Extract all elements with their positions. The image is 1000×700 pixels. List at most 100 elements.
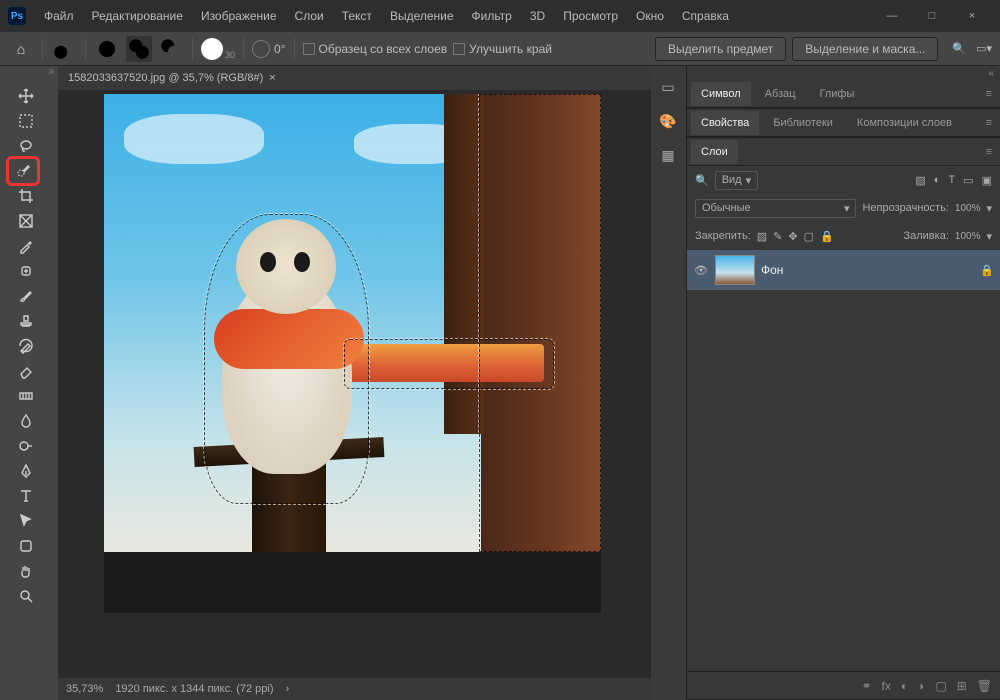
lock-brush-icon[interactable]: ✎	[773, 230, 782, 243]
layer-lock-icon[interactable]: 🔒	[980, 264, 994, 277]
lock-pixels-icon[interactable]: ▨	[757, 230, 767, 243]
canvas-area[interactable]	[58, 90, 651, 678]
layer-name[interactable]: Фон	[761, 263, 783, 277]
select-and-mask-button[interactable]: Выделение и маска...	[792, 37, 938, 61]
move-tool[interactable]	[12, 84, 40, 108]
lock-artboard-icon[interactable]: ▢	[804, 230, 814, 243]
history-brush-tool[interactable]	[12, 334, 40, 358]
dock-swatches-icon[interactable]: ▦	[655, 142, 681, 168]
filter-adjust-icon[interactable]: ◐	[934, 174, 941, 187]
brush-size: 30	[225, 50, 235, 60]
menu-3d[interactable]: 3D	[522, 5, 553, 27]
filter-text-icon[interactable]: T	[948, 174, 955, 187]
menu-text[interactable]: Текст	[334, 5, 380, 27]
filter-shape-icon[interactable]: ▭	[963, 174, 973, 187]
layer-mask-icon[interactable]: ◐	[901, 679, 908, 693]
menu-file[interactable]: Файл	[36, 5, 82, 27]
lock-all-icon[interactable]: 🔒	[820, 230, 834, 243]
new-layer-icon[interactable]: ⊞	[957, 679, 967, 693]
maximize-button[interactable]: □	[912, 2, 952, 30]
select-subject-button[interactable]: Выделить предмет	[655, 37, 786, 61]
layer-row[interactable]: 👁 Фон 🔒	[687, 250, 1000, 290]
menu-layers[interactable]: Слои	[287, 5, 332, 27]
close-tab-icon[interactable]: ×	[269, 72, 275, 84]
filter-pixel-icon[interactable]: ▧	[915, 174, 925, 187]
dock-color-icon[interactable]: 🎨	[655, 108, 681, 134]
link-layers-icon[interactable]: ⚭	[861, 679, 871, 693]
options-bar: ⌂ 30 0° Образец со всех слоев Улучшить к…	[0, 32, 1000, 66]
filter-smart-icon[interactable]: ▣	[982, 174, 992, 187]
eyedropper-tool[interactable]	[12, 234, 40, 258]
panel-menu-icon[interactable]: ≡	[982, 142, 996, 162]
shape-tool[interactable]	[12, 534, 40, 558]
fill-value[interactable]: 100%	[955, 231, 981, 242]
tab-layers[interactable]: Слои	[691, 140, 738, 164]
quick-selection-tool[interactable]	[6, 156, 40, 186]
close-button[interactable]: ×	[952, 2, 992, 30]
delete-layer-icon[interactable]: 🗑	[977, 679, 992, 693]
zoom-level[interactable]: 35,73%	[66, 683, 103, 695]
crop-tool[interactable]	[12, 184, 40, 208]
toolbox-collapse[interactable]: »	[0, 66, 58, 82]
frame-tool[interactable]	[12, 209, 40, 233]
tab-libraries[interactable]: Библиотеки	[763, 111, 843, 135]
stamp-tool[interactable]	[12, 309, 40, 333]
path-select-tool[interactable]	[12, 509, 40, 533]
panel-collapse[interactable]: «	[687, 66, 1000, 80]
menu-window[interactable]: Окно	[628, 5, 672, 27]
pen-tool[interactable]	[12, 459, 40, 483]
dodge-tool[interactable]	[12, 434, 40, 458]
zoom-tool[interactable]	[12, 584, 40, 608]
brush-angle[interactable]: 0°	[252, 40, 285, 58]
menu-filter[interactable]: Фильтр	[464, 5, 520, 27]
panel-menu-icon[interactable]: ≡	[982, 113, 996, 133]
document-tab[interactable]: 1582033637520.jpg @ 35,7% (RGB/8#) ×	[58, 66, 651, 90]
sample-all-layers-checkbox[interactable]: Образец со всех слоев	[303, 42, 448, 56]
type-tool[interactable]	[12, 484, 40, 508]
lasso-tool[interactable]	[12, 134, 40, 158]
marquee-tool[interactable]	[12, 109, 40, 133]
minimize-button[interactable]: —	[872, 2, 912, 30]
status-more-icon[interactable]: ›	[286, 683, 290, 695]
main-menu: Файл Редактирование Изображение Слои Тек…	[36, 5, 737, 27]
group-icon[interactable]: ▢	[935, 679, 946, 693]
hand-tool[interactable]	[12, 559, 40, 583]
layer-filter-icon[interactable]: 🔍	[695, 174, 709, 187]
opacity-value[interactable]: 100%	[955, 203, 981, 214]
layer-thumbnail[interactable]	[715, 255, 755, 285]
menu-view[interactable]: Просмотр	[555, 5, 626, 27]
tool-preset[interactable]	[51, 36, 77, 62]
refine-edge-checkbox[interactable]: Улучшить край	[453, 42, 552, 56]
eraser-tool[interactable]	[12, 359, 40, 383]
menu-image[interactable]: Изображение	[193, 5, 285, 27]
add-selection[interactable]	[126, 36, 152, 62]
panel-menu-icon[interactable]: ≡	[982, 84, 996, 104]
tab-layer-comps[interactable]: Композиции слоев	[847, 111, 962, 135]
lock-position-icon[interactable]: ✥	[788, 230, 797, 243]
home-button[interactable]: ⌂	[8, 36, 34, 62]
blend-mode-select[interactable]: Обычные▾	[695, 199, 856, 218]
gradient-tool[interactable]	[12, 384, 40, 408]
tab-properties[interactable]: Свойства	[691, 111, 759, 135]
canvas-image	[104, 94, 601, 552]
layer-visibility-icon[interactable]: 👁	[693, 264, 709, 277]
brush-tool[interactable]	[12, 284, 40, 308]
brush-preview[interactable]	[201, 38, 223, 60]
menu-select[interactable]: Выделение	[382, 5, 462, 27]
workspace-switcher[interactable]: ▭▾	[976, 42, 992, 55]
tab-paragraph[interactable]: Абзац	[755, 82, 806, 106]
tab-glyphs[interactable]: Глифы	[810, 82, 865, 106]
healing-tool[interactable]	[12, 259, 40, 283]
menu-edit[interactable]: Редактирование	[84, 5, 191, 27]
blur-tool[interactable]	[12, 409, 40, 433]
panel-dock: ▭ 🎨 ▦	[651, 66, 687, 700]
search-icon[interactable]: 🔍	[952, 42, 966, 55]
new-selection[interactable]	[94, 36, 120, 62]
layer-fx-icon[interactable]: fx	[882, 679, 891, 693]
adjustment-layer-icon[interactable]: ◗	[918, 679, 925, 693]
tab-character[interactable]: Символ	[691, 82, 751, 106]
menu-help[interactable]: Справка	[674, 5, 737, 27]
layer-filter-kind[interactable]: Вид▾	[715, 171, 758, 190]
subtract-selection[interactable]	[158, 36, 184, 62]
dock-icon-1[interactable]: ▭	[655, 74, 681, 100]
